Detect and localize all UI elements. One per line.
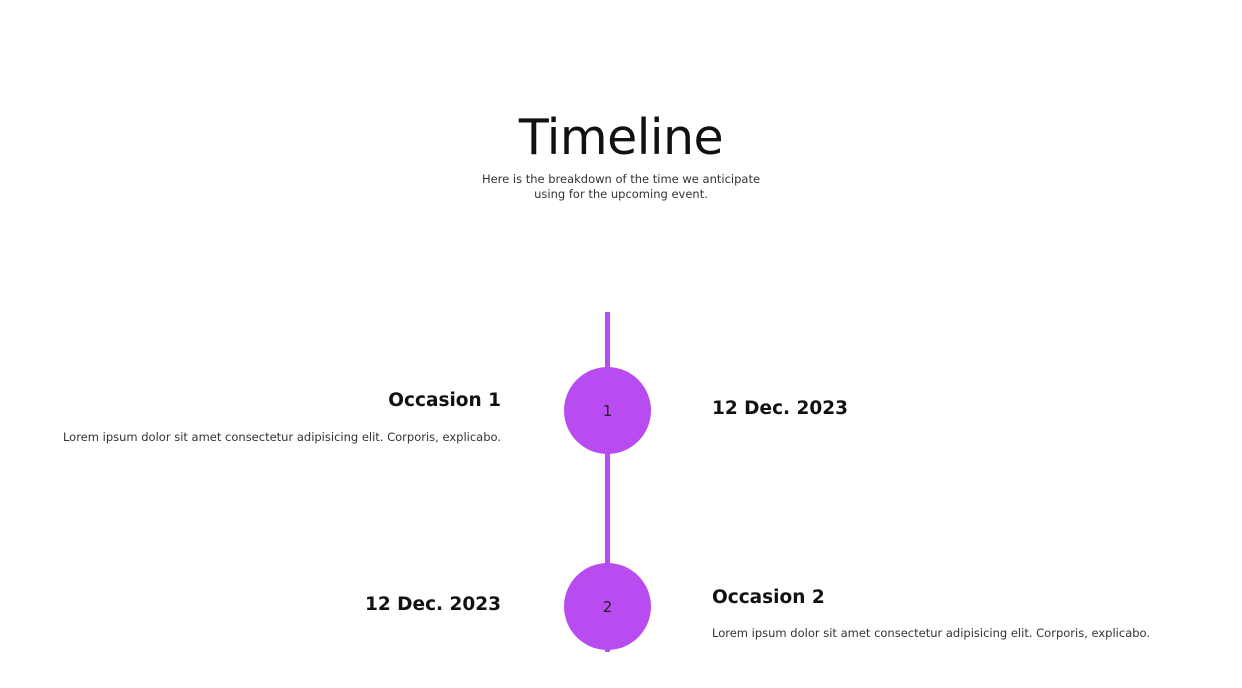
- page-title: Timeline: [518, 109, 724, 166]
- event-title: Occasion 2: [712, 587, 825, 608]
- node-number: 1: [602, 401, 613, 420]
- event-date: 12 Dec. 2023: [364, 594, 501, 615]
- event-description: Lorem ipsum dolor sit amet consectetur a…: [712, 626, 1151, 640]
- page-subtitle: Here is the breakdown of the time we ant…: [481, 172, 761, 201]
- event-description: Lorem ipsum dolor sit amet consectetur a…: [62, 430, 501, 444]
- timeline-node: 2: [564, 563, 651, 650]
- event-date: 12 Dec. 2023: [712, 398, 849, 419]
- timeline-header: Timeline Here is the breakdown of the ti…: [0, 108, 1242, 202]
- event-title: Occasion 1: [388, 390, 501, 411]
- timeline-node: 1: [564, 367, 651, 454]
- node-number: 2: [602, 597, 613, 616]
